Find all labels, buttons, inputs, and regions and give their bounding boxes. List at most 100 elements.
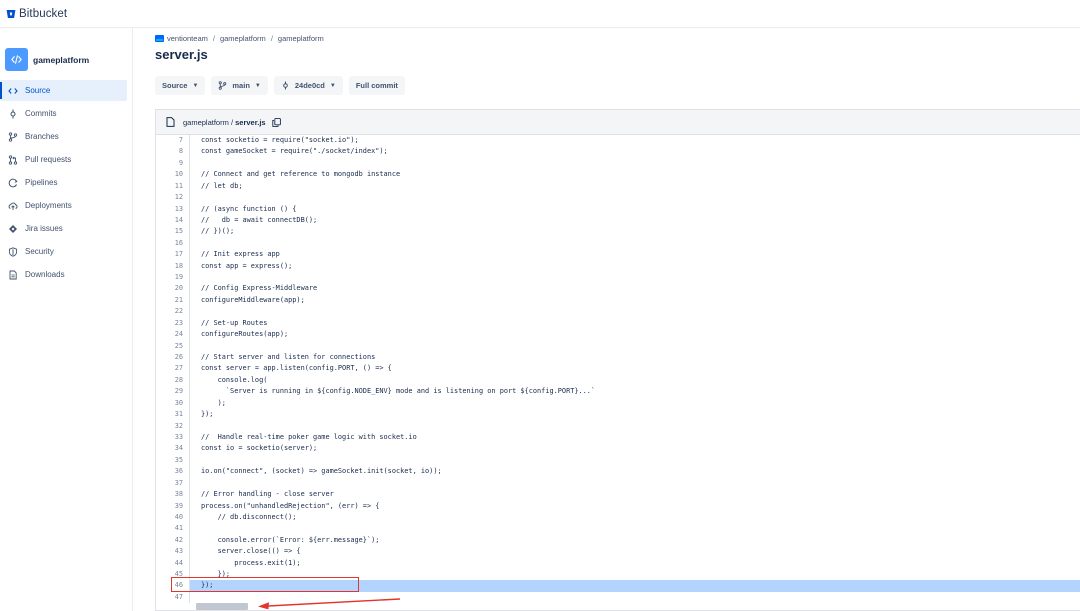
code-line[interactable]: 44 process.exit(1); bbox=[156, 557, 1080, 570]
line-number[interactable]: 15 bbox=[156, 226, 190, 238]
code-line[interactable]: 25 bbox=[156, 340, 1080, 353]
line-number[interactable]: 28 bbox=[156, 374, 190, 387]
sidebar-item-deployments[interactable]: Deployments bbox=[0, 195, 132, 216]
line-number[interactable]: 29 bbox=[156, 386, 190, 398]
sidebar-item-commits[interactable]: Commits bbox=[0, 103, 132, 124]
sidebar-item-jira-issues[interactable]: Jira issues bbox=[0, 218, 132, 239]
line-number[interactable]: 35 bbox=[156, 454, 190, 467]
sidebar-item-source[interactable]: Source bbox=[0, 80, 127, 101]
breadcrumb-workspace[interactable]: ventionteam bbox=[167, 34, 208, 43]
breadcrumb-project[interactable]: gameplatform bbox=[220, 34, 266, 43]
repo-header[interactable]: gameplatform bbox=[5, 48, 89, 71]
line-number[interactable]: 22 bbox=[156, 306, 190, 318]
commit-dropdown[interactable]: 24de0cd ▼ bbox=[273, 76, 343, 95]
line-number[interactable]: 31 bbox=[156, 409, 190, 421]
line-number[interactable]: 30 bbox=[156, 397, 190, 410]
source-dropdown[interactable]: Source ▼ bbox=[155, 76, 206, 95]
sidebar-item-pipelines[interactable]: Pipelines bbox=[0, 172, 132, 193]
line-number[interactable]: 25 bbox=[156, 340, 190, 353]
code-line[interactable]: 9 bbox=[156, 157, 1080, 170]
line-number[interactable]: 13 bbox=[156, 203, 190, 215]
code-line[interactable]: 24 configureRoutes(app); bbox=[156, 329, 1080, 341]
code-line[interactable]: 22 bbox=[156, 306, 1080, 318]
line-number[interactable]: 20 bbox=[156, 283, 190, 295]
line-number[interactable]: 7 bbox=[156, 135, 190, 147]
code-line[interactable]: 15 // })(); bbox=[156, 226, 1080, 238]
file-path-dir[interactable]: gameplatform bbox=[183, 118, 229, 127]
line-number[interactable]: 26 bbox=[156, 352, 190, 364]
code-line[interactable]: 34 const io = socketio(server); bbox=[156, 443, 1080, 455]
code-line[interactable]: 16 bbox=[156, 237, 1080, 250]
code-line[interactable]: 43 server.close(() => { bbox=[156, 546, 1080, 558]
code-line[interactable]: 40 // db.disconnect(); bbox=[156, 511, 1080, 524]
breadcrumb-repo[interactable]: gameplatform bbox=[278, 34, 324, 43]
code-line[interactable]: 26 // Start server and listen for connect… bbox=[156, 352, 1080, 364]
line-number[interactable]: 9 bbox=[156, 157, 190, 170]
code-line[interactable]: 13 // (async function () { bbox=[156, 203, 1080, 215]
code-line[interactable]: 12 bbox=[156, 192, 1080, 204]
copy-icon[interactable] bbox=[271, 117, 281, 127]
line-number[interactable]: 10 bbox=[156, 169, 190, 181]
line-number[interactable]: 11 bbox=[156, 180, 190, 193]
full-commit-button[interactable]: Full commit bbox=[348, 76, 405, 95]
line-number[interactable]: 36 bbox=[156, 466, 190, 478]
line-number[interactable]: 47 bbox=[156, 591, 190, 604]
sidebar-item-security[interactable]: Security bbox=[0, 241, 132, 262]
line-number[interactable]: 17 bbox=[156, 249, 190, 261]
code-line[interactable]: 11 // let db; bbox=[156, 180, 1080, 193]
code-line[interactable]: 37 bbox=[156, 477, 1080, 490]
line-number[interactable]: 12 bbox=[156, 192, 190, 204]
line-number[interactable]: 42 bbox=[156, 534, 190, 547]
line-number[interactable]: 39 bbox=[156, 500, 190, 512]
code-line[interactable]: 8 const gameSocket = require("./socket/in… bbox=[156, 146, 1080, 158]
code-line[interactable]: 20 // Config Express-Middleware bbox=[156, 283, 1080, 295]
line-number[interactable]: 41 bbox=[156, 523, 190, 535]
brand-name[interactable]: Bitbucket bbox=[19, 8, 67, 20]
line-number[interactable]: 21 bbox=[156, 294, 190, 307]
code-line[interactable]: 38 // Error handling - close server bbox=[156, 489, 1080, 501]
line-number[interactable]: 14 bbox=[156, 214, 190, 227]
sidebar-item-branches[interactable]: Branches bbox=[0, 126, 132, 147]
code-view[interactable]: 7 const socketio = require("socket.io"); 8… bbox=[156, 135, 1080, 604]
code-line[interactable]: 19 bbox=[156, 272, 1080, 284]
code-line[interactable]: 18 const app = express(); bbox=[156, 260, 1080, 273]
line-number[interactable]: 23 bbox=[156, 317, 190, 330]
line-number[interactable]: 16 bbox=[156, 237, 190, 250]
code-line[interactable]: 7 const socketio = require("socket.io"); bbox=[156, 135, 1080, 147]
sidebar-item-downloads[interactable]: Downloads bbox=[0, 264, 132, 285]
line-number[interactable]: 34 bbox=[156, 443, 190, 455]
line-number[interactable]: 33 bbox=[156, 431, 190, 444]
bitbucket-logo-icon[interactable] bbox=[6, 9, 16, 19]
code-line[interactable]: 28 console.log( bbox=[156, 374, 1080, 387]
line-number[interactable]: 40 bbox=[156, 511, 190, 524]
code-line[interactable]: 29 `Server is running in ${config.NODE_E… bbox=[156, 386, 1080, 398]
code-line[interactable]: 41 bbox=[156, 523, 1080, 535]
code-line[interactable]: 39 process.on("unhandledRejection", (err)… bbox=[156, 500, 1080, 512]
code-line[interactable]: 14 // db = await connectDB(); bbox=[156, 214, 1080, 227]
code-line[interactable]: 10 // Connect and get reference to mongod… bbox=[156, 169, 1080, 181]
horizontal-scrollbar[interactable] bbox=[196, 603, 248, 610]
line-number[interactable]: 18 bbox=[156, 260, 190, 273]
code-line[interactable]: 23 // Set-up Routes bbox=[156, 317, 1080, 330]
line-number[interactable]: 43 bbox=[156, 546, 190, 558]
line-number[interactable]: 8 bbox=[156, 146, 190, 158]
sidebar-item-pull-requests[interactable]: Pull requests bbox=[0, 149, 132, 170]
code-line[interactable]: 30 ); bbox=[156, 397, 1080, 410]
branch-dropdown[interactable]: main ▼ bbox=[211, 76, 268, 95]
line-number[interactable]: 38 bbox=[156, 489, 190, 501]
code-line[interactable]: 27 const server = app.listen(config.PORT,… bbox=[156, 363, 1080, 375]
line-number[interactable]: 24 bbox=[156, 329, 190, 341]
line-number[interactable]: 37 bbox=[156, 477, 190, 490]
code-line[interactable]: 21 configureMiddleware(app); bbox=[156, 294, 1080, 307]
code-line[interactable]: 42 console.error(`Error: ${err.message}`… bbox=[156, 534, 1080, 547]
line-number[interactable]: 32 bbox=[156, 420, 190, 432]
code-line[interactable]: 31}); bbox=[156, 409, 1080, 421]
code-line[interactable]: 36 io.on("connect", (socket) => gameSocke… bbox=[156, 466, 1080, 478]
code-line[interactable]: 33 // Handle real-time poker game logic w… bbox=[156, 431, 1080, 444]
line-number[interactable]: 27 bbox=[156, 363, 190, 375]
line-number[interactable]: 19 bbox=[156, 272, 190, 284]
code-line[interactable]: 32 bbox=[156, 420, 1080, 432]
line-number[interactable]: 44 bbox=[156, 557, 190, 570]
code-line[interactable]: 35 bbox=[156, 454, 1080, 467]
code-line[interactable]: 17 // Init express app bbox=[156, 249, 1080, 261]
